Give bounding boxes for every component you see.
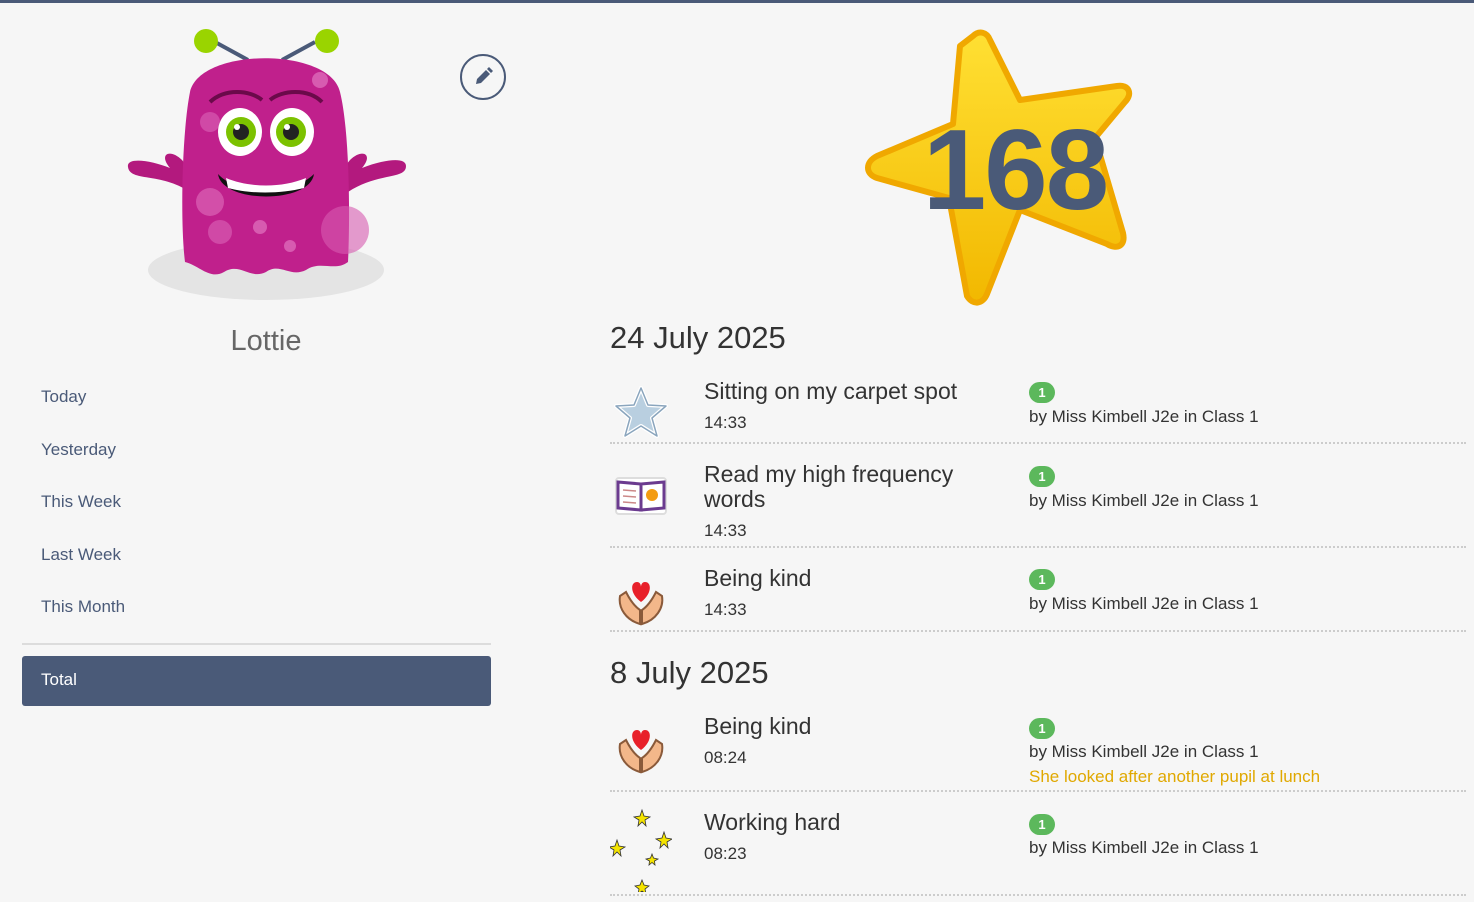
award-entry: Sitting on my carpet spot 14:33 1 by Mis…: [610, 370, 1466, 444]
award-entry: Being kind 14:33 1 by Miss Kimbell J2e i…: [610, 558, 1466, 632]
total-points: 168: [922, 106, 1109, 234]
pupil-avatar: [110, 22, 420, 312]
award-title: Being kind: [704, 565, 812, 591]
award-title: Being kind: [704, 713, 812, 739]
sparkle-stars-icon: [610, 808, 672, 892]
blue-star-icon: [614, 386, 668, 438]
awarded-by: by Miss Kimbell J2e in Class 1: [1029, 742, 1259, 761]
award-title: Working hard: [704, 809, 841, 835]
award-entry: Being kind 08:24 1 by Miss Kimbell J2e i…: [610, 706, 1466, 792]
points-badge: 1: [1029, 466, 1055, 487]
award-time: 08:24: [704, 748, 747, 767]
pupil-name: Lottie: [230, 325, 302, 357]
award-entry: Read my high frequency words 14:33 1 by …: [610, 454, 1466, 548]
points-badge: 1: [1029, 569, 1055, 590]
awarded-by: by Miss Kimbell J2e in Class 1: [1029, 407, 1259, 426]
pink-monster-avatar-icon: [127, 29, 406, 300]
points-badge: 1: [1029, 814, 1055, 835]
award-time: 14:33: [704, 413, 747, 432]
points-badge: 1: [1029, 718, 1055, 739]
award-note: She looked after another pupil at lunch: [1029, 767, 1321, 786]
top-border: [0, 0, 1474, 3]
award-time: 14:33: [704, 600, 747, 619]
awarded-by: by Miss Kimbell J2e in Class 1: [1029, 838, 1259, 857]
day-heading: 24 July 2025: [610, 320, 786, 355]
award-title: Sitting on my carpet spot: [704, 378, 958, 404]
heart-hands-icon: [618, 730, 664, 774]
book-icon: [615, 477, 667, 515]
heart-hands-icon: [618, 582, 664, 626]
day-heading: 8 July 2025: [610, 655, 769, 690]
nav-divider: [22, 643, 491, 645]
edit-button[interactable]: [460, 54, 506, 100]
nav-total[interactable]: Total: [22, 656, 491, 706]
award-title: Read my high frequency words: [704, 461, 954, 512]
awarded-by: by Miss Kimbell J2e in Class 1: [1029, 491, 1259, 510]
nav-this-month[interactable]: This Month: [22, 582, 491, 635]
nav-this-week[interactable]: This Week: [22, 477, 491, 530]
award-time: 14:33: [704, 521, 747, 540]
awarded-by: by Miss Kimbell J2e in Class 1: [1029, 594, 1259, 613]
points-badge: 1: [1029, 382, 1055, 403]
pencil-icon: [476, 67, 493, 84]
nav-last-week[interactable]: Last Week: [22, 530, 491, 583]
award-entry: Working hard 08:23 1 by Miss Kimbell J2e…: [610, 802, 1466, 896]
period-nav: Today Yesterday This Week Last Week This…: [22, 372, 491, 635]
nav-yesterday[interactable]: Yesterday: [22, 425, 491, 478]
nav-today[interactable]: Today: [22, 372, 491, 425]
award-time: 08:23: [704, 844, 747, 863]
points-star: 168: [855, 28, 1145, 308]
